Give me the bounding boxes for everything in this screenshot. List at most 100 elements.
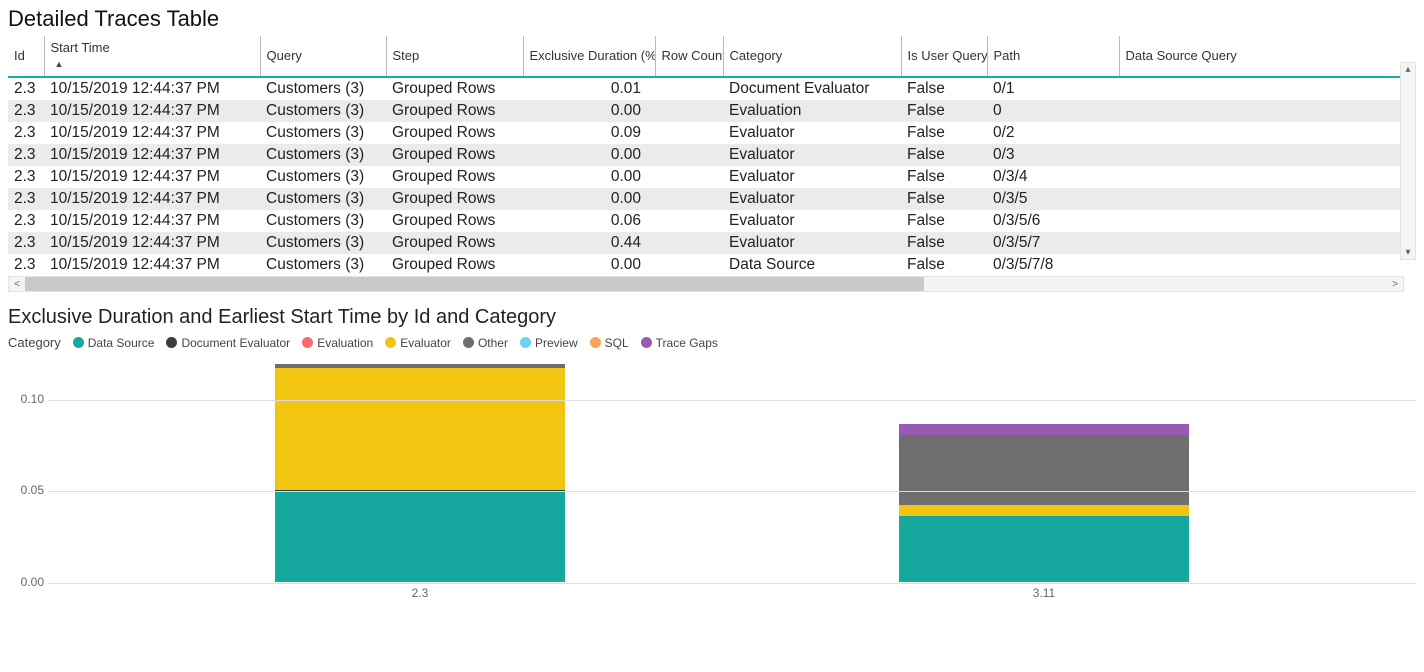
cell-path: 0/3/4 [987,166,1119,188]
cell-excl: 0.00 [523,144,655,166]
column-header-usr[interactable]: Is User Query [901,36,987,77]
cell-cat: Evaluator [723,188,901,210]
cell-start: 10/15/2019 12:44:37 PM [44,232,260,254]
table-row[interactable]: 2.310/15/2019 12:44:37 PMCustomers (3)Gr… [8,122,1404,144]
scroll-right-icon[interactable]: > [1387,279,1403,290]
column-header-id[interactable]: Id [8,36,44,77]
cell-start: 10/15/2019 12:44:37 PM [44,100,260,122]
stacked-bar[interactable] [275,364,565,582]
cell-dsq [1119,100,1404,122]
table-row[interactable]: 2.310/15/2019 12:44:37 PMCustomers (3)Gr… [8,210,1404,232]
horizontal-scrollbar[interactable]: < > [8,276,1404,292]
cell-query: Customers (3) [260,210,386,232]
table-row[interactable]: 2.310/15/2019 12:44:37 PMCustomers (3)Gr… [8,166,1404,188]
x-tick-label: 2.3 [275,586,565,600]
stacked-bar[interactable] [899,424,1189,582]
legend-swatch-icon [166,337,177,348]
bar-segment [275,368,565,491]
legend-label: Evaluator [400,336,451,350]
cell-dsq [1119,188,1404,210]
table-row[interactable]: 2.310/15/2019 12:44:37 PMCustomers (3)Gr… [8,254,1404,276]
column-header-path[interactable]: Path [987,36,1119,77]
cell-rowc [655,254,723,276]
cell-start: 10/15/2019 12:44:37 PM [44,166,260,188]
column-header-rowc[interactable]: Row Count [655,36,723,77]
legend-item[interactable]: Document Evaluator [166,336,290,350]
cell-rowc [655,144,723,166]
bar-segment [275,492,565,582]
cell-id: 2.3 [8,144,44,166]
cell-usr: False [901,122,987,144]
cell-path: 0/3/5/7/8 [987,254,1119,276]
vertical-scrollbar[interactable]: ▴ ▾ [1400,62,1416,260]
traces-table-wrap: IdStart Time▲Query Step Exclusive Duration… [8,36,1416,276]
chart-title: Exclusive Duration and Earliest Start Ti… [8,306,1416,329]
cell-usr: False [901,210,987,232]
table-row[interactable]: 2.310/15/2019 12:44:37 PMCustomers (3)Gr… [8,188,1404,210]
cell-rowc [655,166,723,188]
legend-label: Document Evaluator [181,336,290,350]
cell-rowc [655,232,723,254]
cell-excl: 0.00 [523,166,655,188]
chart-plot [48,362,1416,582]
legend-item[interactable]: Trace Gaps [641,336,718,350]
cell-id: 2.3 [8,254,44,276]
table-row[interactable]: 2.310/15/2019 12:44:37 PMCustomers (3)Gr… [8,100,1404,122]
table-row[interactable]: 2.310/15/2019 12:44:37 PMCustomers (3)Gr… [8,77,1404,100]
chart-area: 0.000.050.10 [8,362,1416,582]
cell-query: Customers (3) [260,166,386,188]
chart-y-axis: 0.000.050.10 [8,362,48,582]
legend-label: Preview [535,336,578,350]
cell-id: 2.3 [8,77,44,100]
cell-id: 2.3 [8,100,44,122]
table-row[interactable]: 2.310/15/2019 12:44:37 PMCustomers (3)Gr… [8,144,1404,166]
column-header-label: Step [393,48,420,63]
cell-query: Customers (3) [260,188,386,210]
cell-query: Customers (3) [260,144,386,166]
cell-id: 2.3 [8,210,44,232]
legend-item[interactable]: Preview [520,336,578,350]
column-header-start[interactable]: Start Time▲ [44,36,260,77]
cell-path: 0/3/5 [987,188,1119,210]
legend-swatch-icon [463,337,474,348]
scrollbar-track[interactable] [25,277,1387,291]
column-header-excl[interactable]: Exclusive Duration (%) [523,36,655,77]
legend-item[interactable]: Data Source [73,336,155,350]
scrollbar-thumb[interactable] [25,277,924,291]
column-header-query[interactable]: Query [260,36,386,77]
cell-usr: False [901,188,987,210]
cell-dsq [1119,77,1404,100]
cell-usr: False [901,232,987,254]
legend-item[interactable]: Evaluator [385,336,451,350]
column-header-step[interactable]: Step [386,36,523,77]
cell-start: 10/15/2019 12:44:37 PM [44,144,260,166]
cell-excl: 0.00 [523,254,655,276]
scroll-left-icon[interactable]: < [9,279,25,290]
scroll-up-icon[interactable]: ▴ [1405,63,1410,76]
column-header-dsq[interactable]: Data Source Query [1119,36,1404,77]
column-header-cat[interactable]: Category [723,36,901,77]
cell-usr: False [901,144,987,166]
cell-start: 10/15/2019 12:44:37 PM [44,210,260,232]
bar-segment [899,435,1189,505]
cell-start: 10/15/2019 12:44:37 PM [44,77,260,100]
cell-usr: False [901,166,987,188]
legend-label: Evaluation [317,336,373,350]
scroll-down-icon[interactable]: ▾ [1405,246,1410,259]
column-header-label: Data Source Query [1126,48,1237,63]
cell-dsq [1119,122,1404,144]
cell-path: 0/3/5/6 [987,210,1119,232]
cell-step: Grouped Rows [386,232,523,254]
table-row[interactable]: 2.310/15/2019 12:44:37 PMCustomers (3)Gr… [8,232,1404,254]
legend-item[interactable]: SQL [590,336,629,350]
legend-item[interactable]: Evaluation [302,336,373,350]
legend-swatch-icon [641,337,652,348]
cell-excl: 0.01 [523,77,655,100]
cell-rowc [655,122,723,144]
cell-cat: Evaluator [723,144,901,166]
legend-item[interactable]: Other [463,336,508,350]
cell-query: Customers (3) [260,232,386,254]
legend-swatch-icon [302,337,313,348]
chart-x-axis: 2.33.11 [48,582,1416,600]
cell-query: Customers (3) [260,122,386,144]
